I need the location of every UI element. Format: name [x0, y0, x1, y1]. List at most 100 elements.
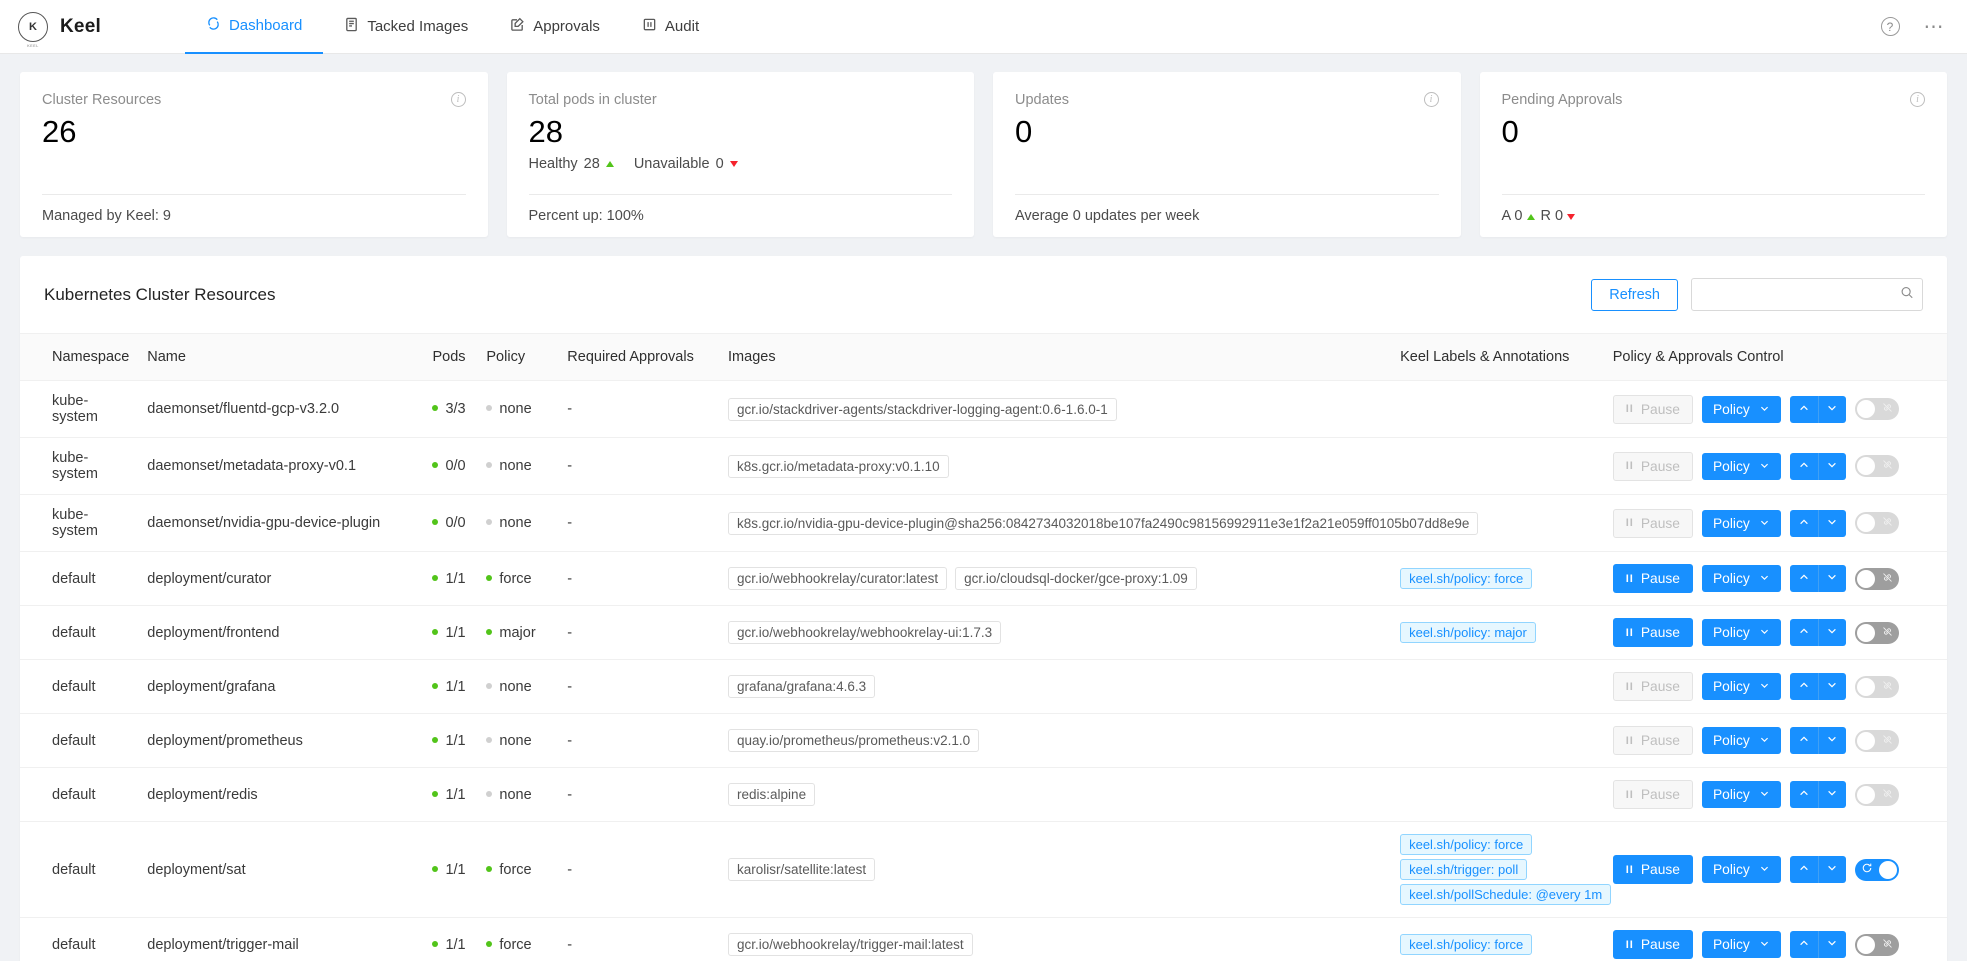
image-tag[interactable]: quay.io/prometheus/prometheus:v2.1.0: [728, 729, 980, 752]
nav-item-dashboard[interactable]: Dashboard: [184, 0, 324, 54]
chevron-up-icon: [1798, 733, 1810, 748]
policy-dropdown-button[interactable]: Policy: [1701, 727, 1781, 754]
approve-up-button[interactable]: [1789, 452, 1818, 480]
policy-dropdown-button[interactable]: Policy: [1701, 509, 1781, 537]
tracking-toggle[interactable]: [1854, 567, 1899, 590]
nav-item-tacked-images[interactable]: Tacked Images: [323, 0, 489, 54]
summary-cards: Cluster Resources i 26 Managed by Keel: …: [0, 54, 1967, 237]
image-tag[interactable]: gcr.io/stackdriver-agents/stackdriver-lo…: [728, 397, 1117, 421]
info-icon[interactable]: i: [1423, 92, 1439, 107]
pause-button[interactable]: II Pause: [1612, 930, 1693, 959]
image-tag-list: quay.io/prometheus/prometheus:v2.1.0: [728, 729, 1384, 752]
policy-dropdown-button[interactable]: Policy: [1701, 931, 1781, 958]
image-tag[interactable]: karolisr/satellite:latest: [728, 858, 876, 881]
cell-name: deployment/frontend: [139, 605, 425, 660]
chevron-down-icon: [1759, 625, 1770, 640]
approve-up-button[interactable]: [1789, 727, 1818, 754]
card-updates: Updates i 0 Average 0 updates per week: [993, 72, 1461, 237]
keel-label-tag[interactable]: keel.sh/policy: force: [1400, 834, 1533, 855]
topbar-right-actions: ? ⋯: [1880, 17, 1946, 37]
keel-label-tag[interactable]: keel.sh/pollSchedule: @every 1m: [1400, 884, 1612, 905]
brand[interactable]: K Keel: [18, 11, 101, 42]
tracking-toggle[interactable]: [1854, 512, 1899, 534]
policy-dropdown-button[interactable]: Policy: [1701, 452, 1781, 480]
policy-dropdown-button[interactable]: Policy: [1701, 395, 1781, 423]
healthy-label: Healthy: [528, 156, 578, 172]
keel-label-tag[interactable]: keel.sh/trigger: poll: [1400, 859, 1528, 880]
pause-icon: II: [1625, 572, 1634, 585]
image-tag[interactable]: k8s.gcr.io/metadata-proxy:v0.1.10: [728, 454, 949, 478]
tracking-toggle[interactable]: [1854, 783, 1899, 806]
policy-status-dot: [486, 462, 493, 469]
approve-up-button[interactable]: [1789, 931, 1818, 958]
approve-up-button[interactable]: [1789, 395, 1818, 423]
help-circle-icon[interactable]: ?: [1880, 17, 1900, 36]
approve-up-button[interactable]: [1789, 781, 1818, 808]
image-tag[interactable]: grafana/grafana:4.6.3: [728, 675, 876, 698]
column-header-namespace[interactable]: Namespace: [20, 334, 140, 381]
ellipsis-icon[interactable]: ⋯: [1924, 17, 1946, 37]
approve-up-button[interactable]: [1789, 619, 1818, 646]
refresh-button[interactable]: Refresh: [1591, 278, 1678, 311]
column-header-pods[interactable]: Pods: [424, 334, 479, 381]
pause-button[interactable]: II Pause: [1612, 564, 1693, 593]
reject-down-button[interactable]: [1817, 452, 1846, 480]
approve-up-button[interactable]: [1789, 673, 1818, 700]
pause-button-label: Pause: [1640, 679, 1680, 694]
image-tag[interactable]: gcr.io/webhookrelay/trigger-mail:latest: [728, 933, 973, 956]
table-body: kube-system daemonset/fluentd-gcp-v3.2.0…: [20, 380, 1947, 961]
reject-down-button[interactable]: [1817, 619, 1846, 646]
nav-item-approvals[interactable]: Approvals: [489, 0, 621, 54]
tracking-toggle[interactable]: [1854, 729, 1899, 752]
image-tag[interactable]: redis:alpine: [728, 783, 816, 806]
nav-item-audit[interactable]: Audit: [621, 0, 720, 54]
reject-down-button[interactable]: [1817, 856, 1846, 883]
keel-label-tag[interactable]: keel.sh/policy: force: [1400, 568, 1533, 589]
keel-label-tag[interactable]: keel.sh/policy: force: [1400, 934, 1533, 955]
column-header-policy-approvals-control[interactable]: Policy & Approvals Control: [1604, 334, 1947, 381]
cell-images: k8s.gcr.io/metadata-proxy:v0.1.10: [720, 437, 1393, 495]
pause-icon: II: [1625, 938, 1634, 951]
approve-up-button[interactable]: [1789, 565, 1818, 592]
approve-up-button[interactable]: [1789, 856, 1818, 883]
search-input[interactable]: [1691, 278, 1923, 311]
column-header-images[interactable]: Images: [720, 334, 1393, 381]
image-tag[interactable]: gcr.io/webhookrelay/curator:latest: [728, 567, 948, 590]
reject-down-button[interactable]: [1817, 395, 1846, 423]
column-header-name[interactable]: Name: [139, 334, 425, 381]
policy-dropdown-button[interactable]: Policy: [1701, 856, 1781, 883]
info-icon[interactable]: i: [450, 92, 466, 107]
tracking-toggle[interactable]: [1854, 858, 1899, 881]
image-tag[interactable]: gcr.io/cloudsql-docker/gce-proxy:1.09: [955, 567, 1197, 590]
reject-down-button[interactable]: [1817, 509, 1846, 537]
pause-button[interactable]: II Pause: [1612, 618, 1693, 647]
reject-down-button[interactable]: [1817, 727, 1846, 754]
policy-dropdown-button[interactable]: Policy: [1701, 619, 1781, 646]
keel-label-tag[interactable]: keel.sh/policy: major: [1400, 622, 1536, 643]
policy-dropdown-button[interactable]: Policy: [1701, 673, 1781, 700]
image-tag[interactable]: k8s.gcr.io/nvidia-gpu-device-plugin@sha2…: [728, 511, 1479, 535]
reject-down-button[interactable]: [1817, 673, 1846, 700]
reject-down-button[interactable]: [1817, 781, 1846, 808]
cell-name: deployment/trigger-mail: [147, 936, 299, 953]
reject-down-button[interactable]: [1817, 931, 1846, 958]
tracking-toggle[interactable]: [1854, 398, 1899, 420]
info-icon[interactable]: i: [1910, 92, 1925, 107]
cell-policy: force: [478, 821, 560, 918]
tracking-toggle[interactable]: [1854, 455, 1899, 477]
column-header-keel-labels[interactable]: Keel Labels & Annotations: [1392, 334, 1605, 381]
tracking-toggle[interactable]: [1854, 933, 1899, 956]
pause-button[interactable]: II Pause: [1612, 855, 1693, 884]
image-tag[interactable]: gcr.io/webhookrelay/webhookrelay-ui:1.7.…: [728, 621, 1002, 644]
cell-keel-labels: [1392, 437, 1605, 495]
approve-up-button[interactable]: [1789, 509, 1818, 537]
reject-down-button[interactable]: [1817, 565, 1846, 592]
policy-dropdown-button[interactable]: Policy: [1701, 565, 1781, 592]
tracking-toggle[interactable]: [1854, 621, 1899, 644]
tracking-toggle[interactable]: [1854, 675, 1899, 698]
column-header-policy[interactable]: Policy: [478, 334, 560, 381]
table-row: default deployment/prometheus 1/1 none -…: [20, 713, 1947, 768]
rejected-group: R 0: [1541, 208, 1576, 224]
column-header-required-approvals[interactable]: Required Approvals: [559, 334, 721, 381]
policy-dropdown-button[interactable]: Policy: [1701, 781, 1781, 808]
